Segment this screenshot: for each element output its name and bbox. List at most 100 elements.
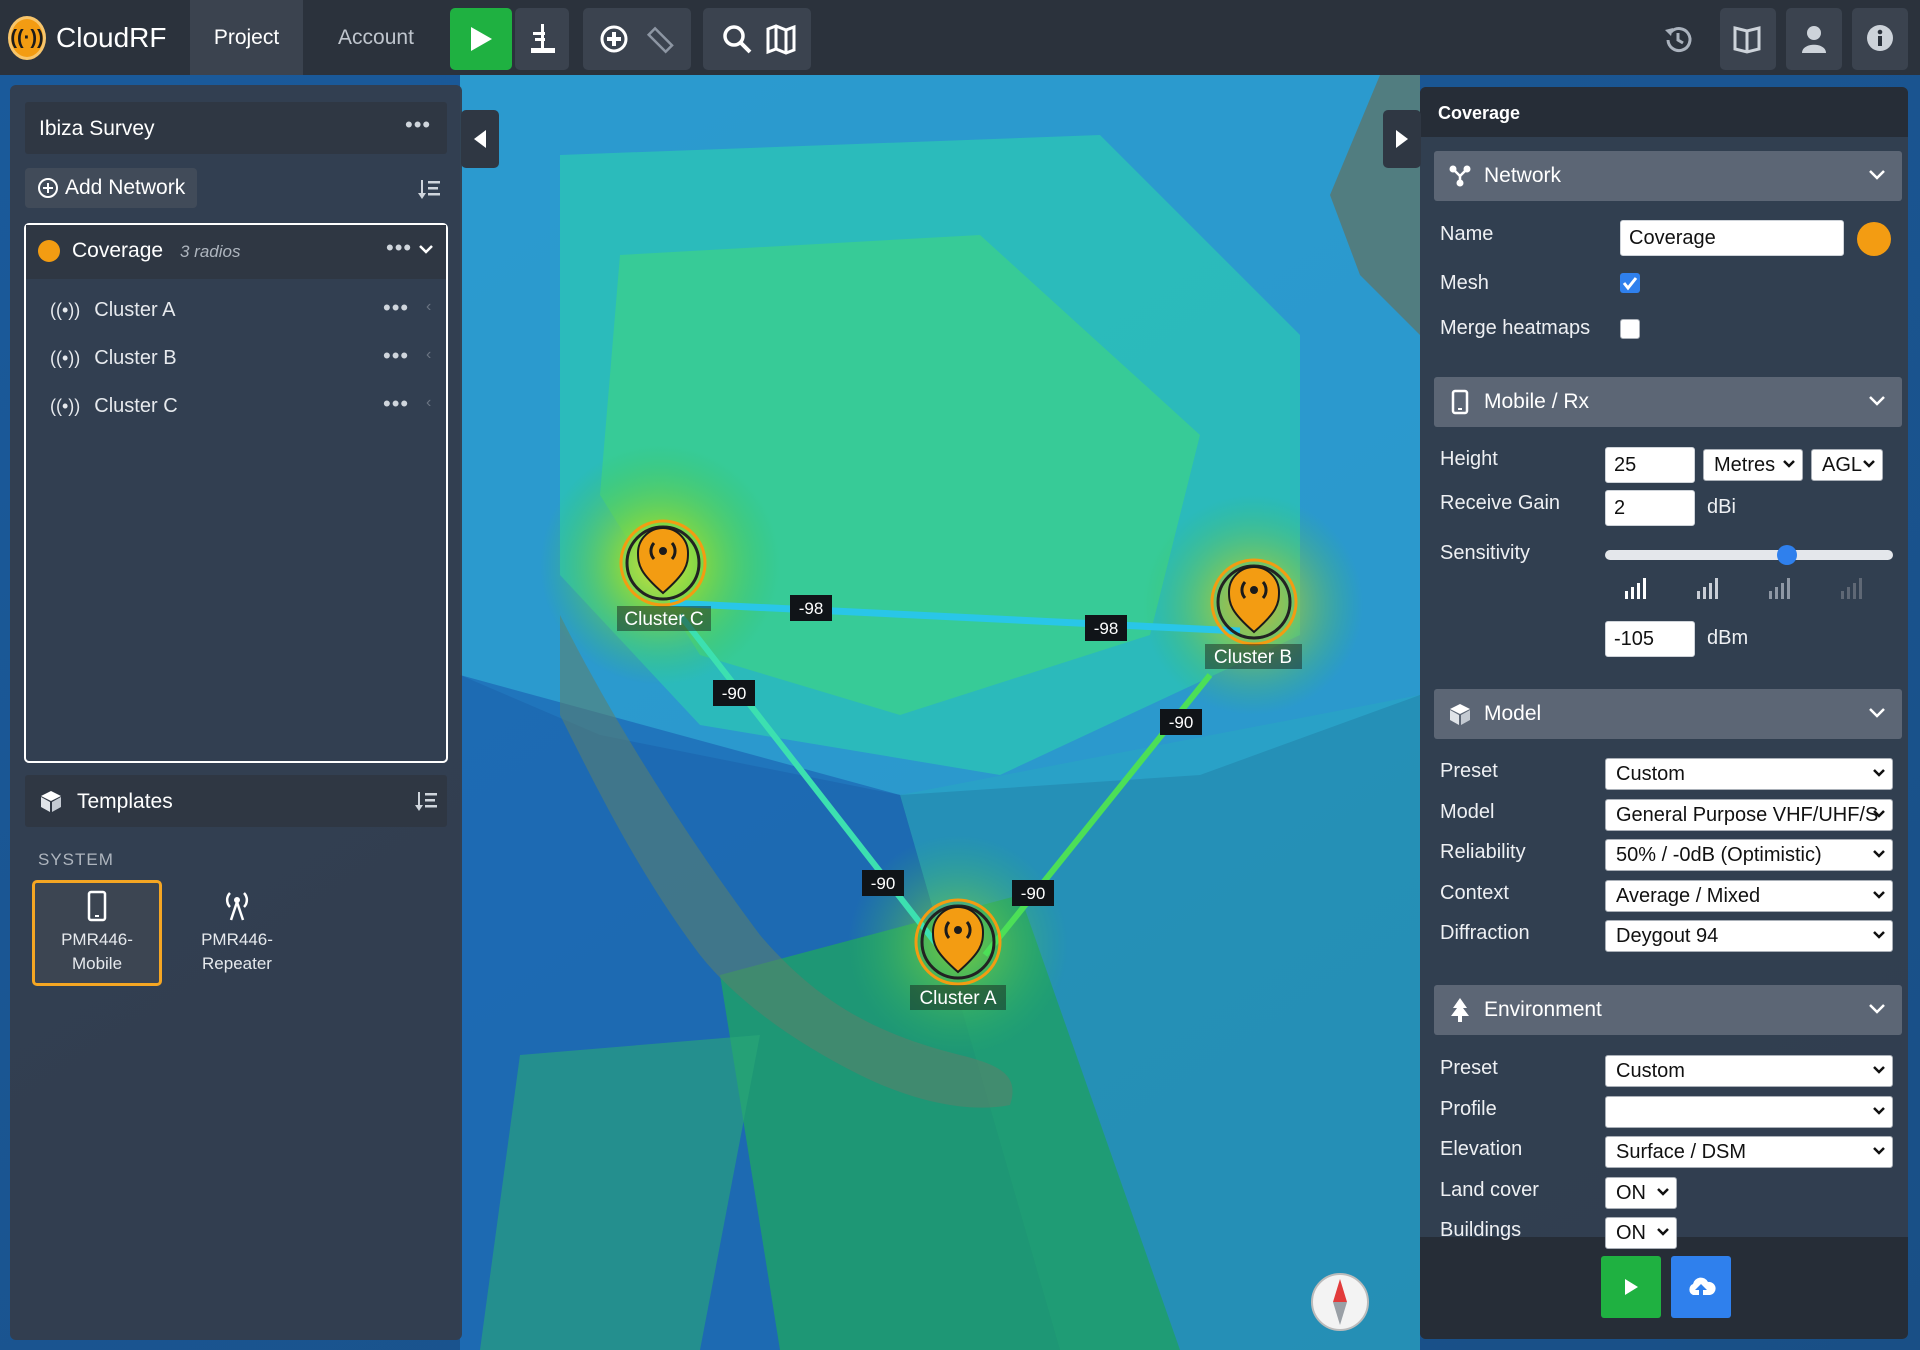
template-line1: PMR446- [61,930,133,949]
chevron-down-icon [1869,1004,1885,1014]
merge-heatmaps-checkbox[interactable] [1620,319,1640,339]
upload-button[interactable] [1671,1256,1731,1318]
add-circle-icon [38,178,58,198]
radio-item-cluster-b[interactable]: ((•)) Cluster B ••• ‹ [26,333,446,383]
info-button[interactable] [1852,8,1908,70]
link-label: -98 [1085,615,1127,641]
tree-icon [1451,998,1469,1022]
ruler-icon[interactable] [645,24,675,54]
map-book-icon[interactable] [765,23,797,55]
field-select-value: Custom [1616,763,1685,785]
network-name: Coverage [72,239,164,262]
caret-right-icon [1396,130,1408,148]
chevron-down-icon [1873,850,1885,858]
play-icon [1625,1279,1638,1295]
sensitivity-unit: dBm [1707,627,1749,649]
radio-menu-icon[interactable]: ••• [383,295,409,321]
field-select[interactable]: Custom [1605,758,1893,790]
field-select[interactable]: Custom [1605,1055,1893,1087]
book-icon [1733,26,1761,54]
radio-label: Cluster B [94,346,177,369]
chevron-left-icon[interactable]: ‹ [426,394,431,412]
field-select[interactable]: ON [1605,1176,1677,1209]
chevron-down-icon [1657,1228,1669,1236]
run-button[interactable] [450,8,512,70]
height-reference-value: AGL [1822,454,1863,476]
template-pmr446-repeater[interactable]: PMR446- Repeater [172,880,302,986]
network-header[interactable]: Coverage 3 radios ••• [26,225,446,279]
chevron-left-icon[interactable]: ‹ [426,298,431,316]
network-name-input[interactable] [1620,220,1844,256]
field-select-value: Custom [1616,1060,1685,1082]
field-select[interactable]: 50% / -0dB (Optimistic) [1605,839,1893,871]
height-unit-select[interactable]: Metres [1703,449,1803,481]
templates-header[interactable]: Templates [25,775,447,827]
gain-unit: dBi [1707,496,1736,518]
receive-gain-input[interactable] [1605,490,1695,526]
field-select[interactable]: Deygout 94 [1605,920,1893,952]
add-circle-icon[interactable] [599,24,629,54]
field-select[interactable]: General Purpose VHF/UHF/S [1605,798,1893,831]
brand[interactable]: ((·)) CloudRF [8,16,166,60]
field-label: Land cover [1440,1178,1539,1201]
radio-menu-icon[interactable]: ••• [383,391,409,417]
site-tool-button[interactable] [515,8,569,70]
chevron-down-icon[interactable] [418,244,434,256]
network-radio-count: 3 radios [180,242,241,261]
docs-button[interactable] [1720,8,1776,70]
svg-text:-98: -98 [1094,619,1119,638]
sensitivity-input[interactable] [1605,621,1695,657]
sort-icon[interactable] [418,177,442,201]
marker-cluster-a[interactable]: Cluster A [910,898,1006,1010]
radio-item-cluster-c[interactable]: ((•)) Cluster C ••• ‹ [26,381,446,431]
marker-cluster-b[interactable]: Cluster B [1205,558,1302,669]
user-icon [1802,26,1826,53]
field-select[interactable]: ON [1605,1217,1677,1249]
radio-signal-icon: ((•)) [50,395,81,416]
panel-actions [1420,1237,1908,1339]
project-menu-icon[interactable]: ••• [405,112,431,138]
network-color-picker[interactable] [1857,222,1891,256]
field-select[interactable]: Average / Mixed [1605,879,1893,912]
height-reference-select[interactable]: AGL [1811,449,1883,481]
mobile-phone-icon [87,890,107,922]
compass-icon[interactable] [1311,1273,1369,1331]
svg-text:-90: -90 [871,874,896,893]
height-input[interactable] [1605,447,1695,483]
cloudrf-logo-icon: ((·)) [8,16,46,60]
history-button[interactable] [1650,8,1706,70]
field-label: Model [1440,800,1495,823]
sort-icon[interactable] [415,789,439,813]
section-mobile-rx[interactable]: Mobile / Rx [1434,377,1902,427]
radio-item-cluster-a[interactable]: ((•)) Cluster A ••• ‹ [26,285,446,335]
section-title: Environment [1484,998,1602,1021]
link-label: -90 [1160,709,1202,735]
chevron-down-icon [1873,1066,1885,1074]
slider-handle[interactable] [1777,545,1797,565]
radio-menu-icon[interactable]: ••• [383,343,409,369]
link-label: -98 [790,595,832,621]
top-toolbar: ((·)) CloudRF Project Account [0,0,1920,75]
mesh-checkbox[interactable] [1620,273,1640,293]
collapse-right-panel-button[interactable] [1383,110,1421,168]
sensitivity-slider[interactable] [1605,545,1893,565]
tab-project[interactable]: Project [190,0,303,75]
add-network-button[interactable]: Add Network [25,168,198,208]
field-select[interactable] [1605,1095,1893,1128]
run-coverage-button[interactable] [1601,1256,1661,1318]
user-button[interactable] [1786,8,1842,70]
receive-gain-label: Receive Gain [1440,492,1561,514]
section-network[interactable]: Network [1434,151,1902,201]
search-icon[interactable] [721,23,753,55]
field-select[interactable]: Surface / DSM [1605,1136,1893,1168]
collapse-left-panel-button[interactable] [461,110,499,168]
broadcast-tower-icon [225,892,249,921]
add-network-label: Add Network [65,176,186,199]
network-menu-icon[interactable]: ••• [386,235,412,261]
section-model[interactable]: Model [1434,689,1902,739]
template-pmr446-mobile[interactable]: PMR446- Mobile [32,880,162,986]
section-environment[interactable]: Environment [1434,985,1902,1035]
svg-text:-98: -98 [799,599,824,618]
chevron-left-icon[interactable]: ‹ [426,346,431,364]
tab-account[interactable]: Account [315,0,437,75]
